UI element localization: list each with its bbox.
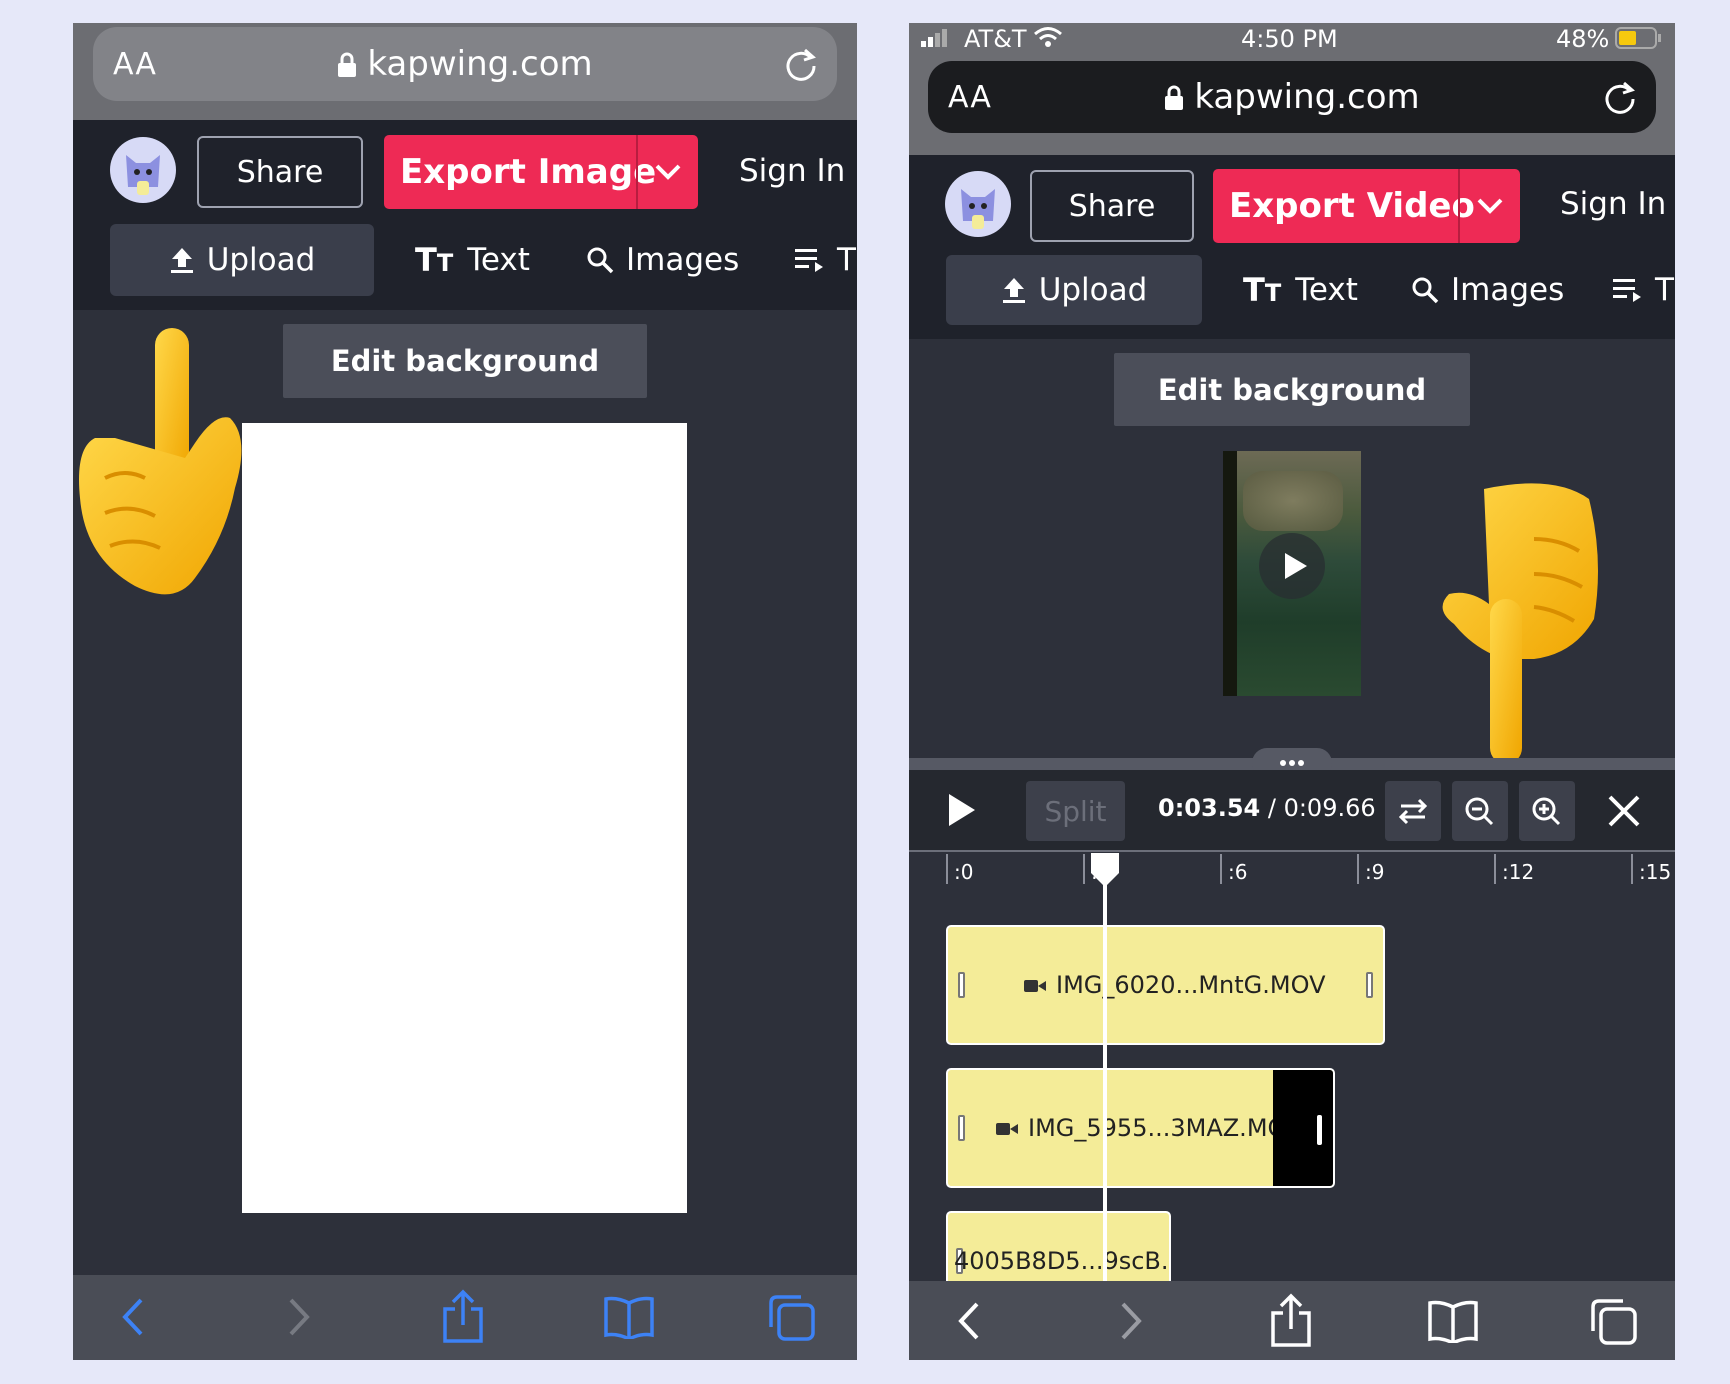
timeline-clip[interactable]: IMG_5955...3MAZ.MO (946, 1068, 1335, 1188)
export-label: Export Image (400, 152, 657, 192)
video-camera-icon (1024, 980, 1046, 992)
address-bar[interactable]: AA kapwing.com (928, 61, 1656, 133)
clip-trim-handle[interactable] (958, 1115, 965, 1141)
bookmarks-icon[interactable] (1427, 1299, 1479, 1343)
search-icon (587, 247, 614, 274)
split-button[interactable]: Split (1026, 781, 1125, 841)
lock-icon (1165, 85, 1184, 110)
play-icon[interactable] (947, 792, 977, 828)
back-icon[interactable] (121, 1297, 145, 1337)
clip-trim-handle[interactable] (1317, 1115, 1322, 1145)
play-icon[interactable] (1259, 533, 1325, 599)
tick-label: :12 (1502, 860, 1535, 884)
time-readout: 0:03.54 / 0:09.66 (1158, 794, 1376, 822)
list-icon (795, 249, 823, 272)
tab-more[interactable]: T (1613, 255, 1674, 325)
status-bar: AT&T 4:50 PM 48% (909, 23, 1675, 59)
clip-name: 4005B8D5...9scB.M (954, 1247, 1171, 1275)
export-label: Export Video (1229, 186, 1475, 226)
forward-icon[interactable] (287, 1297, 311, 1337)
share-button[interactable]: Share (1030, 170, 1194, 242)
export-video-button[interactable]: Export Video (1213, 169, 1520, 243)
reload-icon[interactable] (1602, 79, 1638, 115)
tick-label: :9 (1365, 860, 1385, 884)
upload-icon (1002, 278, 1025, 303)
text-icon: TT (415, 241, 454, 279)
battery-icon (1615, 27, 1661, 49)
share-icon[interactable] (1269, 1293, 1313, 1347)
cat-avatar-icon[interactable] (110, 137, 176, 203)
pointing-hand-icon (79, 328, 242, 595)
tab-images[interactable]: Images (586, 224, 739, 296)
image-canvas[interactable] (242, 423, 687, 1213)
list-icon (1613, 279, 1641, 302)
edit-background-button[interactable]: Edit background (1114, 353, 1470, 426)
back-icon[interactable] (957, 1301, 981, 1341)
sign-in-link[interactable]: Sign In (1560, 186, 1666, 222)
text-icon: TT (1243, 271, 1282, 309)
search-icon (1412, 277, 1439, 304)
battery-percent: 48% (1556, 25, 1610, 53)
lock-icon (338, 52, 357, 77)
clip-trimmed-region (1273, 1070, 1333, 1186)
safari-bottom-toolbar (909, 1281, 1675, 1360)
url-display[interactable]: kapwing.com (93, 44, 837, 84)
tab-upload[interactable]: Upload (946, 255, 1202, 325)
tick-label: :6 (1228, 860, 1248, 884)
swap-button[interactable] (1385, 781, 1441, 841)
reload-icon[interactable] (783, 46, 819, 82)
url-display[interactable]: kapwing.com (928, 77, 1656, 117)
wifi-icon (1034, 27, 1062, 47)
signal-icon (921, 29, 947, 47)
timeline-ruler: :0 :3 :6 :9 :12 :15 (909, 850, 1675, 910)
bookmarks-icon[interactable] (603, 1295, 655, 1339)
sign-in-link[interactable]: Sign In (739, 153, 845, 189)
carrier-label: AT&T (964, 25, 1027, 53)
kapwing-header: Share Export Video Sign In Upload TT Tex… (909, 155, 1675, 339)
tab-more[interactable]: T (795, 224, 856, 296)
tabs-icon[interactable] (1589, 1297, 1639, 1347)
kapwing-header: Share Export Image Sign In Upload TT Tex… (73, 120, 857, 310)
cat-avatar-icon[interactable] (945, 171, 1011, 237)
timeline-clip[interactable]: IMG_6020...MntG.MOV (946, 925, 1385, 1045)
share-button[interactable]: Share (197, 136, 363, 208)
right-phone-screenshot: AT&T 4:50 PM 48% AA kapwing.com Share Ex… (909, 23, 1675, 1360)
address-bar[interactable]: AA kapwing.com (93, 27, 837, 101)
tab-images[interactable]: Images (1411, 255, 1564, 325)
export-image-button[interactable]: Export Image (384, 135, 698, 209)
tabs-icon[interactable] (767, 1293, 817, 1343)
pointing-hand-icon (1442, 483, 1598, 764)
status-time: 4:50 PM (1241, 25, 1338, 53)
tick-label: :0 (954, 860, 974, 884)
left-phone-screenshot: AA kapwing.com Share Export Image Sign I… (73, 23, 857, 1360)
safari-bottom-toolbar (73, 1275, 857, 1360)
forward-icon[interactable] (1119, 1301, 1143, 1341)
tab-text[interactable]: TT Text (415, 224, 530, 296)
upload-icon (170, 248, 193, 273)
zoom-out-icon (1465, 797, 1494, 826)
chevron-down-icon[interactable] (1476, 197, 1504, 215)
playhead[interactable] (1103, 853, 1107, 1323)
clip-trim-handle[interactable] (958, 972, 965, 998)
tab-text[interactable]: TT Text (1243, 255, 1358, 325)
zoom-in-button[interactable] (1519, 781, 1575, 841)
video-preview[interactable] (1223, 451, 1361, 696)
playhead-handle[interactable] (1091, 853, 1119, 887)
share-icon[interactable] (441, 1289, 485, 1343)
zoom-out-button[interactable] (1452, 781, 1508, 841)
timeline-controls: Split 0:03.54 / 0:09.66 (909, 770, 1675, 850)
tick-label: :15 (1639, 860, 1672, 884)
edit-background-button[interactable]: Edit background (283, 324, 647, 398)
close-icon[interactable] (1607, 794, 1641, 828)
clip-name: IMG_6020...MntG.MOV (1024, 971, 1326, 999)
chevron-down-icon[interactable] (654, 163, 682, 181)
clip-trim-handle[interactable] (1366, 972, 1373, 998)
clip-name: IMG_5955...3MAZ.MO (996, 1114, 1286, 1142)
zoom-in-icon (1532, 797, 1561, 826)
tab-upload[interactable]: Upload (110, 224, 374, 296)
swap-icon (1398, 798, 1428, 825)
video-camera-icon (996, 1123, 1018, 1135)
